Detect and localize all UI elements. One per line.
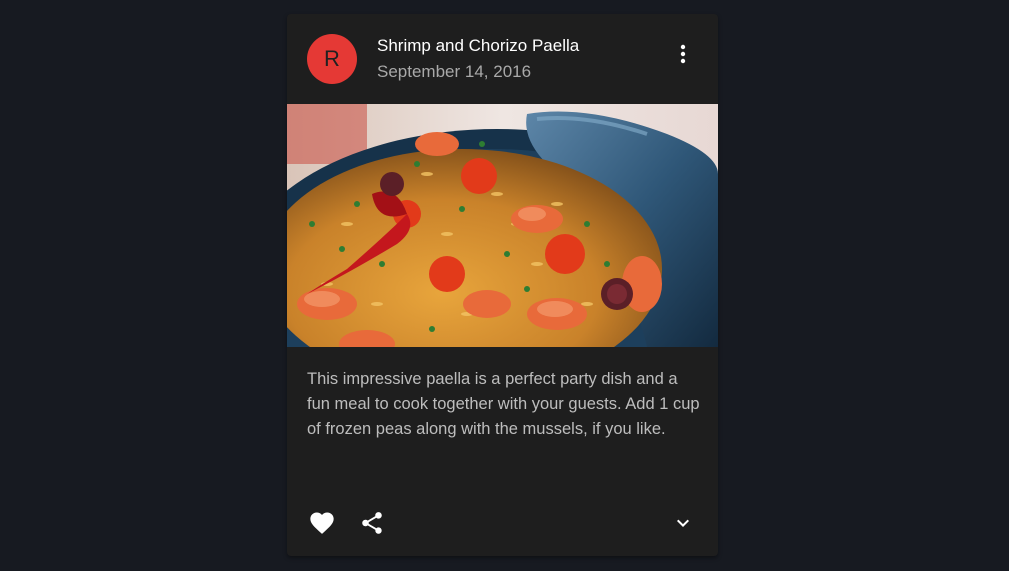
expand-button[interactable] <box>663 503 703 543</box>
avatar: R <box>307 34 357 84</box>
more-options-button[interactable] <box>663 34 703 74</box>
share-icon <box>362 512 382 534</box>
card-media-image <box>287 104 718 347</box>
chevron-down-icon <box>677 519 689 527</box>
more-vert-icon <box>680 44 686 64</box>
card-subheader: September 14, 2016 <box>377 62 532 81</box>
share-button[interactable] <box>352 503 392 543</box>
card-description: This impressive paella is a perfect part… <box>307 370 700 438</box>
card-actions <box>287 501 718 549</box>
heart-icon <box>310 512 334 534</box>
card-title: Shrimp and Chorizo Paella <box>377 36 580 55</box>
favorite-button[interactable] <box>302 503 342 543</box>
recipe-card: R Shrimp and Chorizo Paella September 14… <box>287 14 718 556</box>
card-header: R Shrimp and Chorizo Paella September 14… <box>287 14 718 104</box>
